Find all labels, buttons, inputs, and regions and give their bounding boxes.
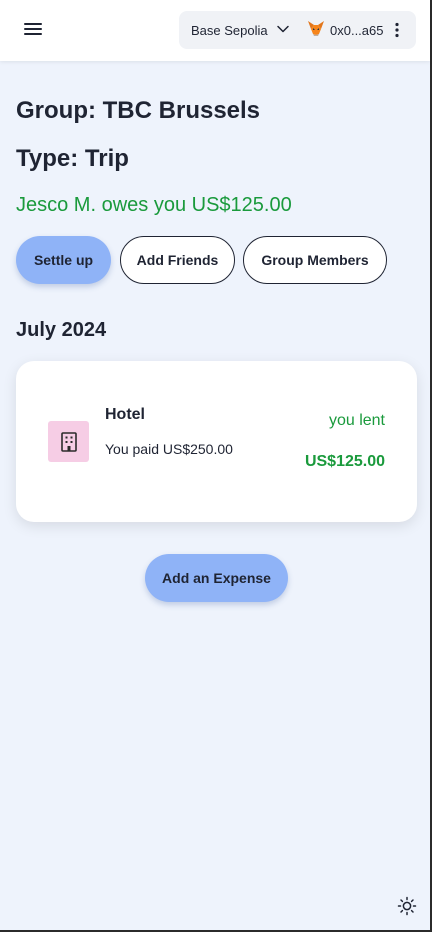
chevron-down-icon: [276, 22, 290, 39]
month-heading: July 2024: [16, 319, 107, 341]
add-friends-button[interactable]: Add Friends: [120, 236, 235, 284]
expense-paid-text: You paid US$250.00: [105, 441, 233, 457]
vertical-dots-icon[interactable]: [389, 20, 405, 40]
account-address: 0x0...a65: [330, 22, 384, 38]
add-expense-button[interactable]: Add an Expense: [145, 554, 288, 602]
group-title: Group: TBC Brussels: [16, 97, 261, 124]
sun-icon[interactable]: [397, 896, 417, 916]
building-icon: [48, 421, 89, 462]
settle-up-button[interactable]: Settle up: [16, 236, 111, 284]
balance-summary: Jesco M. owes you US$125.00: [16, 194, 292, 216]
expense-status: you lent: [328, 412, 385, 429]
wallet-connection: Base Sepolia 0x0...a65: [179, 11, 416, 49]
app-frame: Base Sepolia 0x0...a65 Group: TBC Brusse…: [0, 0, 432, 932]
expense-name: Hotel: [105, 406, 145, 423]
expense-amount: US$125.00: [304, 453, 385, 470]
hamburger-menu-icon[interactable]: [22, 18, 44, 40]
account-button[interactable]: 0x0...a65: [307, 11, 384, 49]
network-selector[interactable]: Base Sepolia: [191, 11, 290, 49]
metamask-fox-icon: [307, 20, 325, 40]
group-members-button[interactable]: Group Members: [243, 236, 387, 284]
group-type: Type: Trip: [16, 145, 129, 172]
expense-card[interactable]: Hotel You paid US$250.00 you lent US$125…: [16, 361, 417, 522]
network-name: Base Sepolia: [191, 22, 268, 38]
top-bar: Base Sepolia 0x0...a65: [0, 0, 430, 61]
